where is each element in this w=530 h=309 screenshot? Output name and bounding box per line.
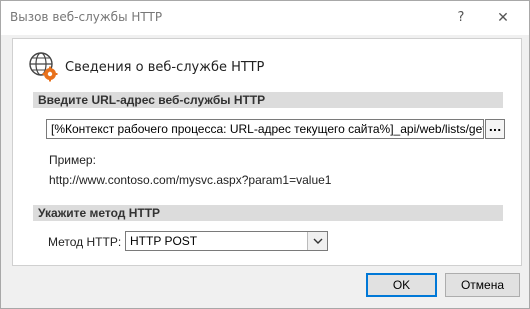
url-section-heading: Введите URL-адрес веб-службы HTTP [33, 92, 503, 108]
method-section-heading-label: Укажите метод HTTP [38, 206, 161, 220]
http-method-value: HTTP POST [130, 234, 198, 248]
http-method-select[interactable]: HTTP POST [125, 231, 328, 251]
url-section-heading-label: Введите URL-адрес веб-службы HTTP [38, 93, 266, 107]
http-method-label: Метод HTTP: [48, 235, 122, 249]
cancel-button[interactable]: Отмена [445, 273, 520, 297]
chevron-down-icon[interactable] [307, 232, 327, 250]
close-button[interactable]: ✕ [489, 4, 517, 32]
url-builder-button[interactable]: ... [485, 119, 505, 139]
url-input[interactable]: [%Контекст рабочего процесса: URL-адрес … [46, 119, 484, 139]
dialog-window: Вызов веб-службы HTTP ? ✕ Сведения о веб… [0, 0, 530, 309]
globe-gear-icon [29, 52, 58, 82]
window-title: Вызов веб-службы HTTP [10, 10, 163, 24]
section-title: Сведения о веб-службе HTTP [65, 60, 265, 75]
title-bar[interactable]: Вызов веб-службы HTTP ? ✕ [1, 1, 529, 35]
help-button[interactable]: ? [449, 4, 473, 32]
example-label: Пример: [49, 153, 96, 167]
ok-button[interactable]: OK [366, 273, 437, 297]
example-value: http://www.contoso.com/mysvc.aspx?param1… [49, 173, 332, 187]
method-section-heading: Укажите метод HTTP [33, 205, 503, 221]
